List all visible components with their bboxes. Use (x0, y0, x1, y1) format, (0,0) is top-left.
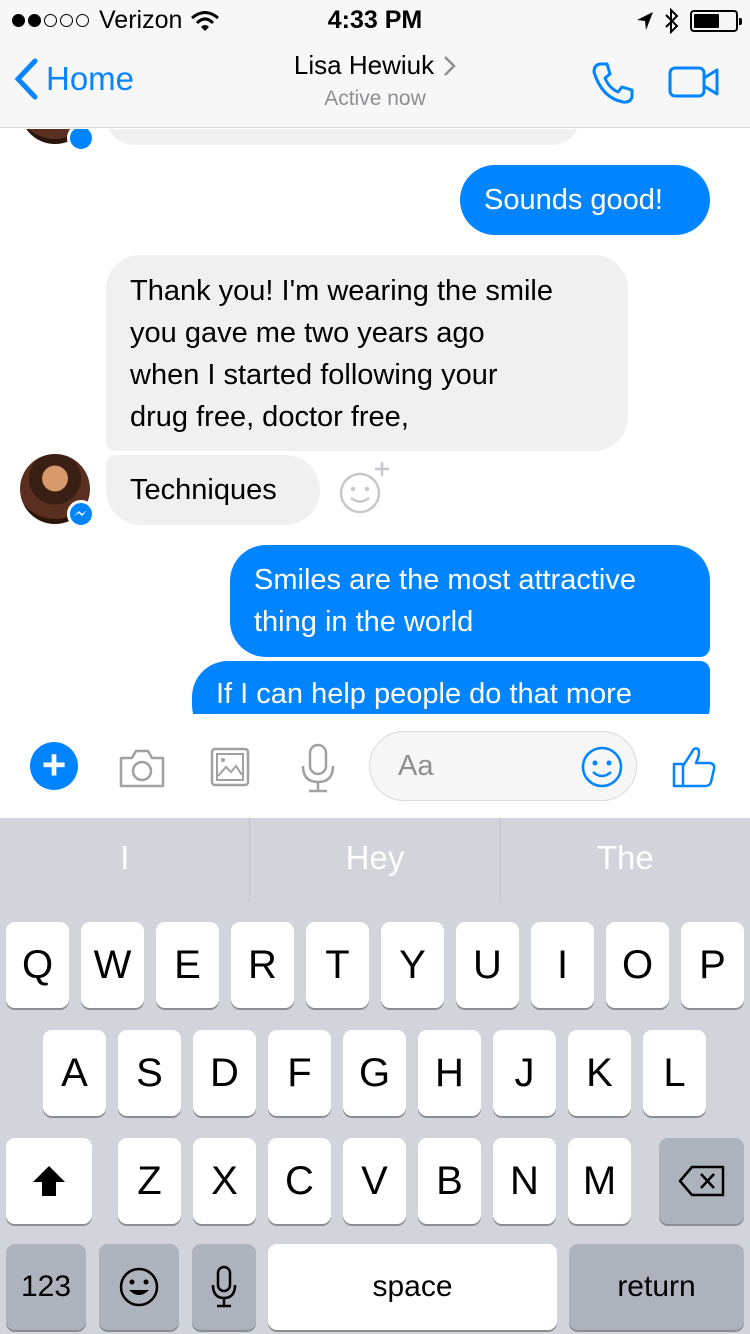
key-e[interactable]: E (156, 922, 219, 1008)
phone-call-icon[interactable] (590, 60, 636, 106)
status-right (636, 8, 742, 34)
message-line: thing in the world (254, 606, 474, 638)
conversation-header: Home Lisa Hewiuk Active now (0, 40, 750, 128)
message-bubble-incoming[interactable]: Thank you! I'm wearing the smile you gav… (106, 255, 628, 451)
key-r[interactable]: R (231, 922, 294, 1008)
key-h[interactable]: H (418, 1030, 481, 1116)
emoji-keyboard-key[interactable] (99, 1244, 179, 1330)
chevron-right-icon (444, 55, 456, 76)
space-key[interactable]: space (268, 1244, 557, 1330)
return-key[interactable]: return (569, 1244, 744, 1330)
message-bubble-incoming[interactable]: Techniques (106, 455, 320, 525)
message-line: when I started following your (130, 359, 498, 391)
suggestion-item[interactable]: I (0, 818, 251, 902)
key-k[interactable]: K (568, 1030, 631, 1116)
shift-arrow-icon (33, 1166, 65, 1196)
message-bubble-outgoing[interactable]: Smiles are the most attractive thing in … (230, 545, 710, 657)
message-line: drug free, doctor free, (130, 401, 409, 433)
presence-status: Active now (324, 87, 426, 110)
message-input[interactable] (398, 746, 578, 786)
photo-gallery-icon[interactable] (209, 744, 251, 790)
dictation-key[interactable] (192, 1244, 256, 1330)
key-g[interactable]: G (343, 1030, 406, 1116)
key-y[interactable]: Y (381, 922, 444, 1008)
key-c[interactable]: C (268, 1138, 331, 1224)
emoji-face-icon (119, 1267, 159, 1307)
messenger-badge-icon (67, 129, 95, 152)
key-p[interactable]: P (681, 922, 744, 1008)
message-line: you gave me two years ago (130, 317, 485, 349)
microphone-icon (211, 1265, 237, 1308)
message-bubble-incoming[interactable] (106, 129, 580, 145)
add-reaction-icon[interactable] (336, 459, 392, 515)
backspace-icon (678, 1165, 724, 1197)
add-button[interactable]: + (30, 742, 78, 790)
key-n[interactable]: N (493, 1138, 556, 1224)
delete-key[interactable] (659, 1138, 744, 1224)
predictive-text-bar: I Hey The (0, 818, 750, 902)
emoji-icon[interactable] (580, 745, 624, 789)
key-m[interactable]: M (568, 1138, 631, 1224)
key-b[interactable]: B (418, 1138, 481, 1224)
message-text: If I can help people do that more (216, 678, 632, 710)
key-j[interactable]: J (493, 1030, 556, 1116)
key-w[interactable]: W (81, 922, 144, 1008)
contact-title[interactable]: Lisa Hewiuk Active now (0, 50, 750, 111)
key-z[interactable]: Z (118, 1138, 181, 1224)
key-f[interactable]: F (268, 1030, 331, 1116)
message-bubble-outgoing[interactable]: Sounds good! (460, 165, 710, 235)
contact-name-row: Lisa Hewiuk (294, 50, 456, 81)
key-s[interactable]: S (118, 1030, 181, 1116)
contact-name: Lisa Hewiuk (293, 50, 435, 80)
key-i[interactable]: I (531, 922, 594, 1008)
bluetooth-icon (665, 8, 679, 34)
key-x[interactable]: X (193, 1138, 256, 1224)
video-call-icon[interactable] (668, 64, 720, 100)
numbers-key[interactable]: 123 (6, 1244, 86, 1330)
message-text: Sounds good! (484, 184, 663, 216)
message-bubble-outgoing[interactable]: If I can help people do that more (192, 661, 710, 714)
messenger-screen: Verizon 4:33 PM Home Lisa Hewiuk Active … (0, 0, 750, 1334)
key-o[interactable]: O (606, 922, 669, 1008)
suggestion-item[interactable]: The (501, 818, 750, 902)
message-input-wrapper (369, 731, 637, 801)
message-line: Smiles are the most attractive (254, 564, 636, 596)
key-d[interactable]: D (193, 1030, 256, 1116)
status-bar: Verizon 4:33 PM (0, 0, 750, 40)
key-q[interactable]: Q (6, 922, 69, 1008)
camera-icon[interactable] (117, 746, 167, 790)
key-t[interactable]: T (306, 922, 369, 1008)
shift-key[interactable] (6, 1138, 92, 1224)
key-u[interactable]: U (456, 922, 519, 1008)
battery-icon (690, 10, 742, 32)
key-v[interactable]: V (343, 1138, 406, 1224)
messenger-badge-icon (67, 500, 95, 528)
composer-bar: + (0, 714, 750, 818)
thumbs-up-icon[interactable] (671, 744, 717, 790)
key-a[interactable]: A (43, 1030, 106, 1116)
microphone-icon[interactable] (298, 742, 338, 794)
suggestion-item[interactable]: Hey (250, 818, 501, 902)
key-l[interactable]: L (643, 1030, 706, 1116)
location-arrow-icon (637, 12, 653, 30)
message-text: Techniques (130, 474, 277, 506)
keyboard: Q W E R T Y U I O P A S D F G H J K L Z … (0, 902, 750, 1334)
message-thread[interactable]: Sounds good! Thank you! I'm wearing the … (0, 129, 750, 714)
message-line: Thank you! I'm wearing the smile (130, 275, 553, 307)
